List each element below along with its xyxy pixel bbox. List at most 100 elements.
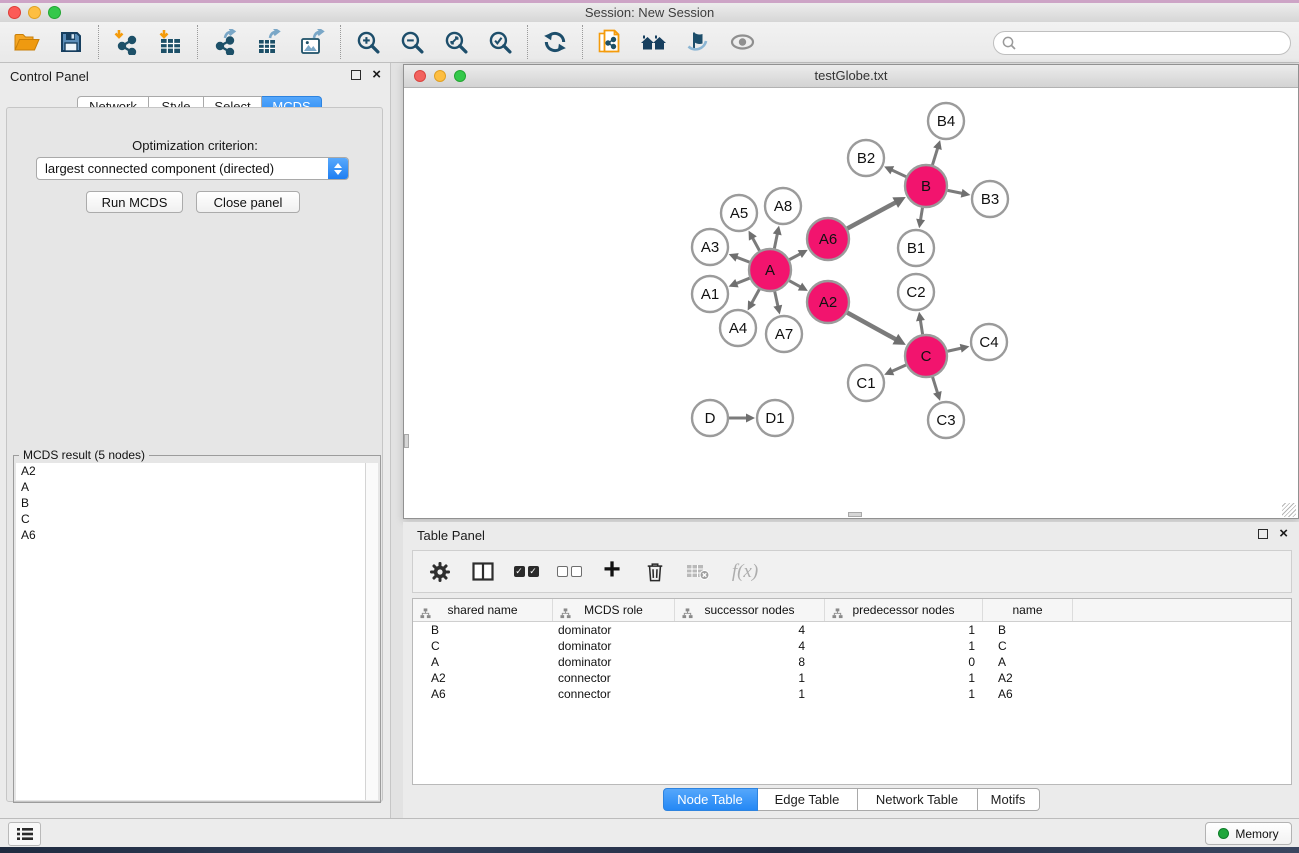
graph-node-C1[interactable]: C1	[848, 365, 884, 401]
show-graphics-details-button[interactable]	[727, 27, 757, 57]
minimize-network-window-button[interactable]	[434, 70, 446, 82]
canvas-bottom-grip[interactable]	[848, 512, 862, 517]
graph-edge[interactable]	[948, 190, 964, 193]
graph-node-B3[interactable]: B3	[972, 181, 1008, 217]
table-cell[interactable]: dominator	[553, 639, 675, 653]
column-header-mcds-role[interactable]: MCDS role	[553, 599, 675, 621]
select-all-button[interactable]: ✓✓	[513, 558, 539, 586]
graph-edge[interactable]	[735, 257, 749, 262]
graph-node-A2[interactable]: A2	[807, 281, 849, 323]
zoom-fit-button[interactable]	[441, 27, 471, 57]
home-pair-button[interactable]	[639, 27, 669, 57]
graph-node-A8[interactable]: A8	[765, 188, 801, 224]
result-list-item[interactable]: A2	[16, 463, 366, 479]
zoom-selected-button[interactable]	[485, 27, 515, 57]
table-cell[interactable]: dominator	[553, 655, 675, 669]
graph-edge[interactable]	[789, 253, 801, 259]
import-table-button[interactable]	[155, 27, 185, 57]
table-cell[interactable]: A6	[413, 687, 553, 701]
table-cell[interactable]: A6	[983, 687, 1073, 701]
table-row[interactable]: Bdominator41B	[413, 622, 1291, 638]
result-list-scrollbar[interactable]	[365, 463, 378, 800]
graph-edge[interactable]	[847, 313, 897, 340]
close-panel-button[interactable]: Close panel	[196, 191, 300, 213]
delete-table-button-disabled[interactable]	[685, 558, 711, 586]
graph-node-D1[interactable]: D1	[757, 400, 793, 436]
graph-node-A3[interactable]: A3	[692, 229, 728, 265]
graph-edge[interactable]	[751, 289, 759, 304]
table-cell[interactable]: 4	[675, 623, 825, 637]
table-cell[interactable]: 4	[675, 639, 825, 653]
graph-node-A1[interactable]: A1	[692, 276, 728, 312]
mcds-result-list[interactable]: A2ABCA6	[16, 463, 366, 800]
table-cell[interactable]: A2	[983, 671, 1073, 685]
deselect-all-button[interactable]	[556, 558, 582, 586]
graph-edge[interactable]	[920, 208, 922, 222]
zoom-network-window-button[interactable]	[454, 70, 466, 82]
add-column-button[interactable]: +	[599, 558, 625, 586]
window-resize-grip[interactable]	[1282, 503, 1296, 517]
table-row[interactable]: A2connector11A2	[413, 670, 1291, 686]
zoom-out-button[interactable]	[397, 27, 427, 57]
column-header-successor-nodes[interactable]: successor nodes	[675, 599, 825, 621]
float-table-panel-icon[interactable]	[1258, 529, 1268, 539]
table-cell[interactable]: C	[983, 639, 1073, 653]
refresh-button[interactable]	[540, 27, 570, 57]
graph-edge[interactable]	[891, 365, 906, 372]
tab-motifs[interactable]: Motifs	[978, 788, 1040, 811]
search-box[interactable]	[993, 31, 1291, 55]
close-network-window-button[interactable]	[414, 70, 426, 82]
table-cell[interactable]: B	[983, 623, 1073, 637]
import-network-button[interactable]	[111, 27, 141, 57]
table-cell[interactable]: 1	[825, 623, 983, 637]
graph-node-A6[interactable]: A6	[807, 218, 849, 260]
graph-node-C[interactable]: C	[905, 335, 947, 377]
table-cell[interactable]: 1	[825, 639, 983, 653]
network-graph[interactable]: B4B2BB3A5A8A6B1A3AC2A1A2A4A7C4CC1C3DD1	[404, 88, 1296, 517]
graph-edge[interactable]	[789, 281, 801, 288]
graph-edge[interactable]	[775, 291, 779, 307]
graph-node-A5[interactable]: A5	[721, 195, 757, 231]
table-cell[interactable]: 1	[825, 687, 983, 701]
graph-node-C2[interactable]: C2	[898, 274, 934, 310]
graph-edge[interactable]	[920, 319, 922, 335]
result-list-item[interactable]: C	[16, 511, 366, 527]
table-cell[interactable]: C	[413, 639, 553, 653]
table-cell[interactable]: A	[413, 655, 553, 669]
graph-edge[interactable]	[752, 237, 760, 251]
close-window-button[interactable]	[8, 6, 21, 19]
memory-button[interactable]: Memory	[1205, 822, 1292, 845]
table-cell[interactable]: 1	[675, 671, 825, 685]
graph-node-A4[interactable]: A4	[720, 310, 756, 346]
minimize-window-button[interactable]	[28, 6, 41, 19]
zoom-window-button[interactable]	[48, 6, 61, 19]
float-panel-icon[interactable]	[351, 70, 361, 80]
graph-node-C4[interactable]: C4	[971, 324, 1007, 360]
graph-edge[interactable]	[933, 377, 938, 394]
tab-edge-table[interactable]: Edge Table	[758, 788, 858, 811]
column-header-name[interactable]: name	[983, 599, 1073, 621]
show-column-button[interactable]	[470, 558, 496, 586]
result-list-item[interactable]: A6	[16, 527, 366, 543]
graph-edge[interactable]	[947, 348, 962, 351]
network-window-titlebar[interactable]: testGlobe.txt	[404, 65, 1298, 88]
export-table-button[interactable]	[254, 27, 284, 57]
table-cell[interactable]: A2	[413, 671, 553, 685]
tab-network-table[interactable]: Network Table	[858, 788, 978, 811]
graph-edge[interactable]	[735, 278, 750, 284]
search-input[interactable]	[1017, 34, 1290, 52]
task-history-button[interactable]	[8, 822, 41, 846]
table-cell[interactable]: 1	[675, 687, 825, 701]
graph-edge[interactable]	[890, 169, 906, 176]
graph-node-A7[interactable]: A7	[766, 316, 802, 352]
table-cell[interactable]: connector	[553, 671, 675, 685]
table-settings-button[interactable]	[427, 558, 453, 586]
hide-graphics-details-button[interactable]	[683, 27, 713, 57]
graph-node-D[interactable]: D	[692, 400, 728, 436]
run-mcds-button[interactable]: Run MCDS	[86, 191, 183, 213]
network-canvas[interactable]: B4B2BB3A5A8A6B1A3AC2A1A2A4A7C4CC1C3DD1	[404, 88, 1296, 517]
result-list-item[interactable]: B	[16, 495, 366, 511]
graph-node-B1[interactable]: B1	[898, 230, 934, 266]
column-header-predecessor-nodes[interactable]: predecessor nodes	[825, 599, 983, 621]
graph-node-C3[interactable]: C3	[928, 402, 964, 438]
